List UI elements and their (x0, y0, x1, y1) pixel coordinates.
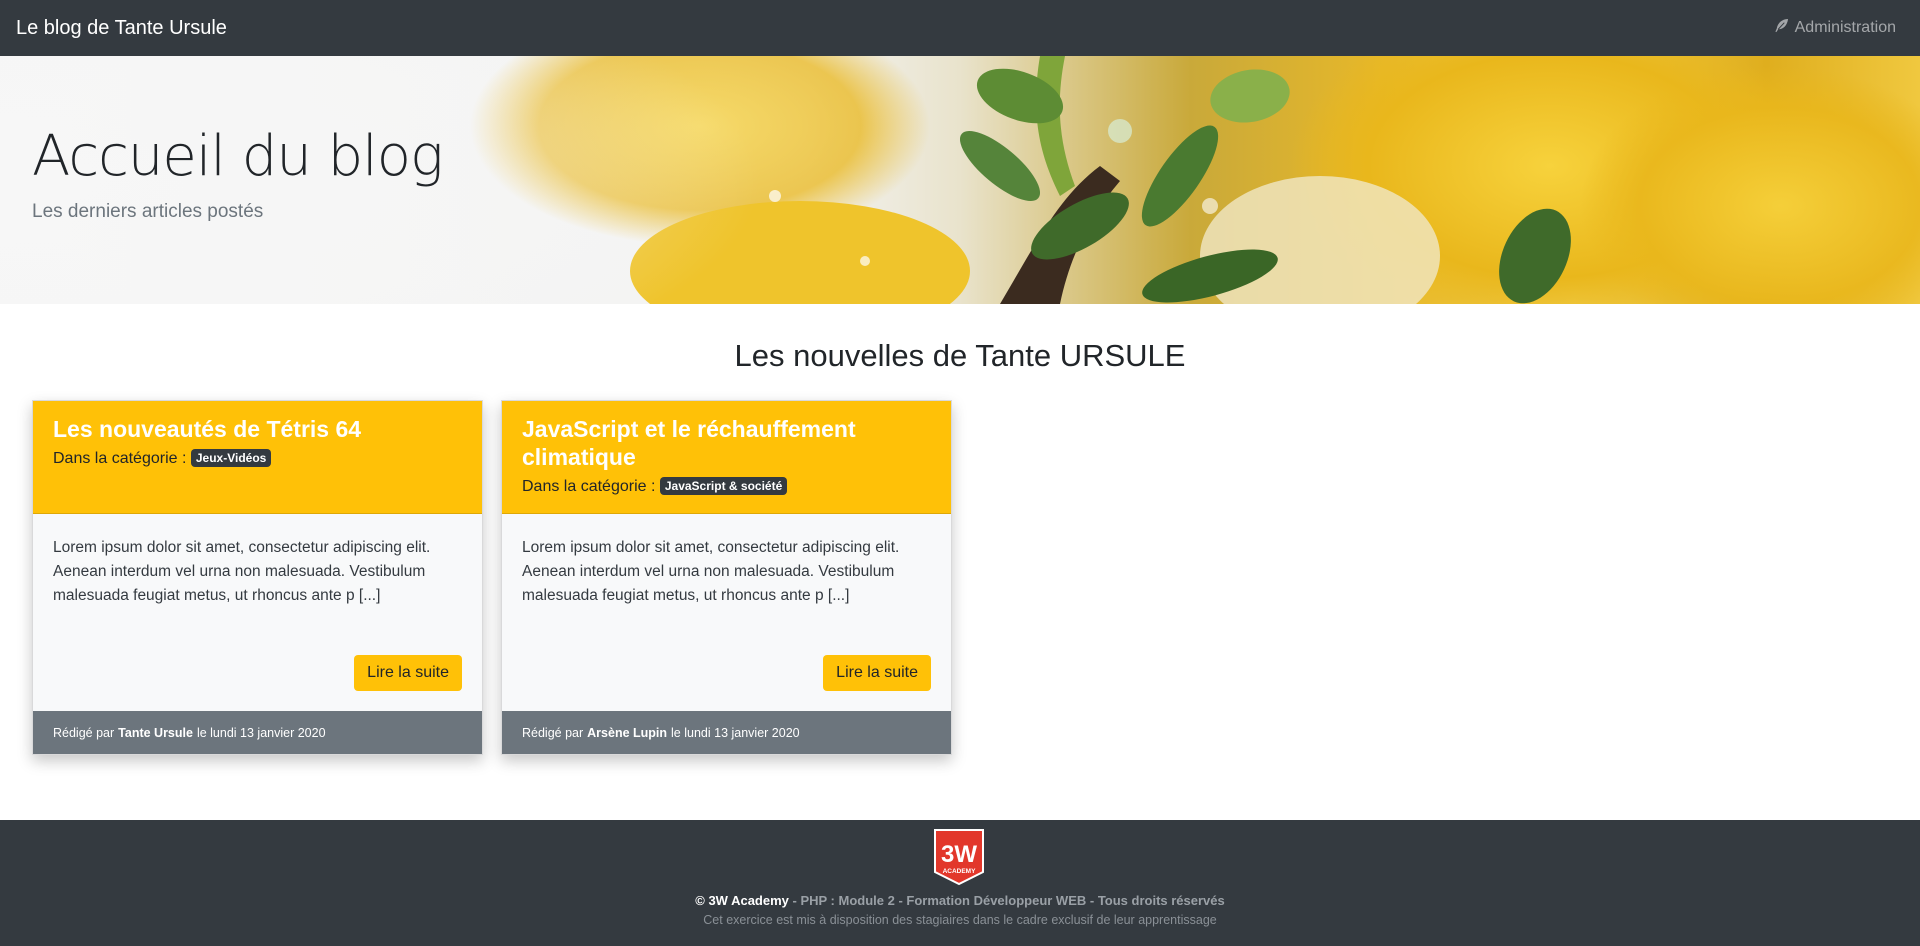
article-excerpt: Lorem ipsum dolor sit amet, consectetur … (522, 539, 900, 604)
footer-credits: © 3W Academy - PHP : Module 2 - Formatio… (0, 893, 1920, 908)
hero-title: Accueil du blog (32, 124, 444, 189)
separator: - (788, 893, 801, 908)
section-title: Les nouvelles de Tante URSULE (734, 338, 1186, 373)
card-footer: Rédigé par Arsène Lupin le lundi 13 janv… (502, 711, 951, 754)
card-header: JavaScript et le réchauffement climatiqu… (502, 401, 951, 514)
category-badge: Jeux-Vidéos (190, 449, 272, 467)
card-body: Lorem ipsum dolor sit amet, consectetur … (502, 514, 951, 711)
written-by-label: Rédigé par (522, 725, 584, 740)
category-prefix: Dans la catégorie : (53, 450, 187, 467)
separator: - (894, 893, 907, 908)
admin-label: Administration (1794, 19, 1896, 36)
3w-academy-logo: 3W ACADEMY (934, 829, 984, 886)
article-card: JavaScript et le réchauffement climatiqu… (501, 400, 952, 755)
card-header: Les nouveautés de Tétris 64 Dans la caté… (33, 401, 482, 514)
brand-link[interactable]: Le blog de Tante Ursule (16, 17, 227, 40)
hero-banner: Accueil du blog Les derniers articles po… (0, 56, 1920, 304)
footer-copyright: © 3W Academy (695, 893, 789, 908)
feather-icon (1774, 18, 1789, 38)
footer-rights: Tous droits réservés (1097, 893, 1225, 908)
card-footer: Rédigé par Tante Ursule le lundi 13 janv… (33, 711, 482, 754)
footer-course: PHP : Module 2 (800, 893, 895, 908)
read-more-button[interactable]: Lire la suite (823, 655, 931, 691)
footer-formation: Formation Développeur WEB (906, 893, 1087, 908)
article-category-line: Dans la catégorie : Jeux-Vidéos (53, 449, 462, 468)
separator: - (1086, 893, 1098, 908)
article-excerpt: Lorem ipsum dolor sit amet, consectetur … (53, 539, 431, 604)
article-title: JavaScript et le réchauffement climatiqu… (522, 416, 856, 470)
footer-notice: Cet exercice est mis à disposition des s… (703, 913, 1217, 927)
logo-subtext: ACADEMY (943, 868, 977, 875)
admin-link[interactable]: Administration (1774, 18, 1896, 38)
read-more-button[interactable]: Lire la suite (354, 655, 462, 691)
navbar: Le blog de Tante Ursule Administration (0, 0, 1920, 56)
site-footer: 3W ACADEMY © 3W Academy - PHP : Module 2… (0, 820, 1920, 946)
article-date: le lundi 13 janvier 2020 (196, 725, 326, 740)
logo-text: 3W (941, 841, 977, 868)
written-by-label: Rédigé par (53, 725, 115, 740)
article-author: Arsène Lupin (587, 725, 668, 740)
article-date: le lundi 13 janvier 2020 (671, 725, 800, 740)
article-category-line: Dans la catégorie : JavaScript & société (522, 477, 931, 496)
article-title: Les nouveautés de Tétris 64 (53, 416, 362, 442)
article-card: Les nouveautés de Tétris 64 Dans la caté… (32, 400, 483, 755)
category-prefix: Dans la catégorie : (522, 478, 656, 495)
category-badge: JavaScript & société (659, 477, 788, 495)
hero-lead: Les derniers articles postés (32, 201, 264, 222)
article-author: Tante Ursule (118, 725, 193, 740)
card-body: Lorem ipsum dolor sit amet, consectetur … (33, 514, 482, 711)
